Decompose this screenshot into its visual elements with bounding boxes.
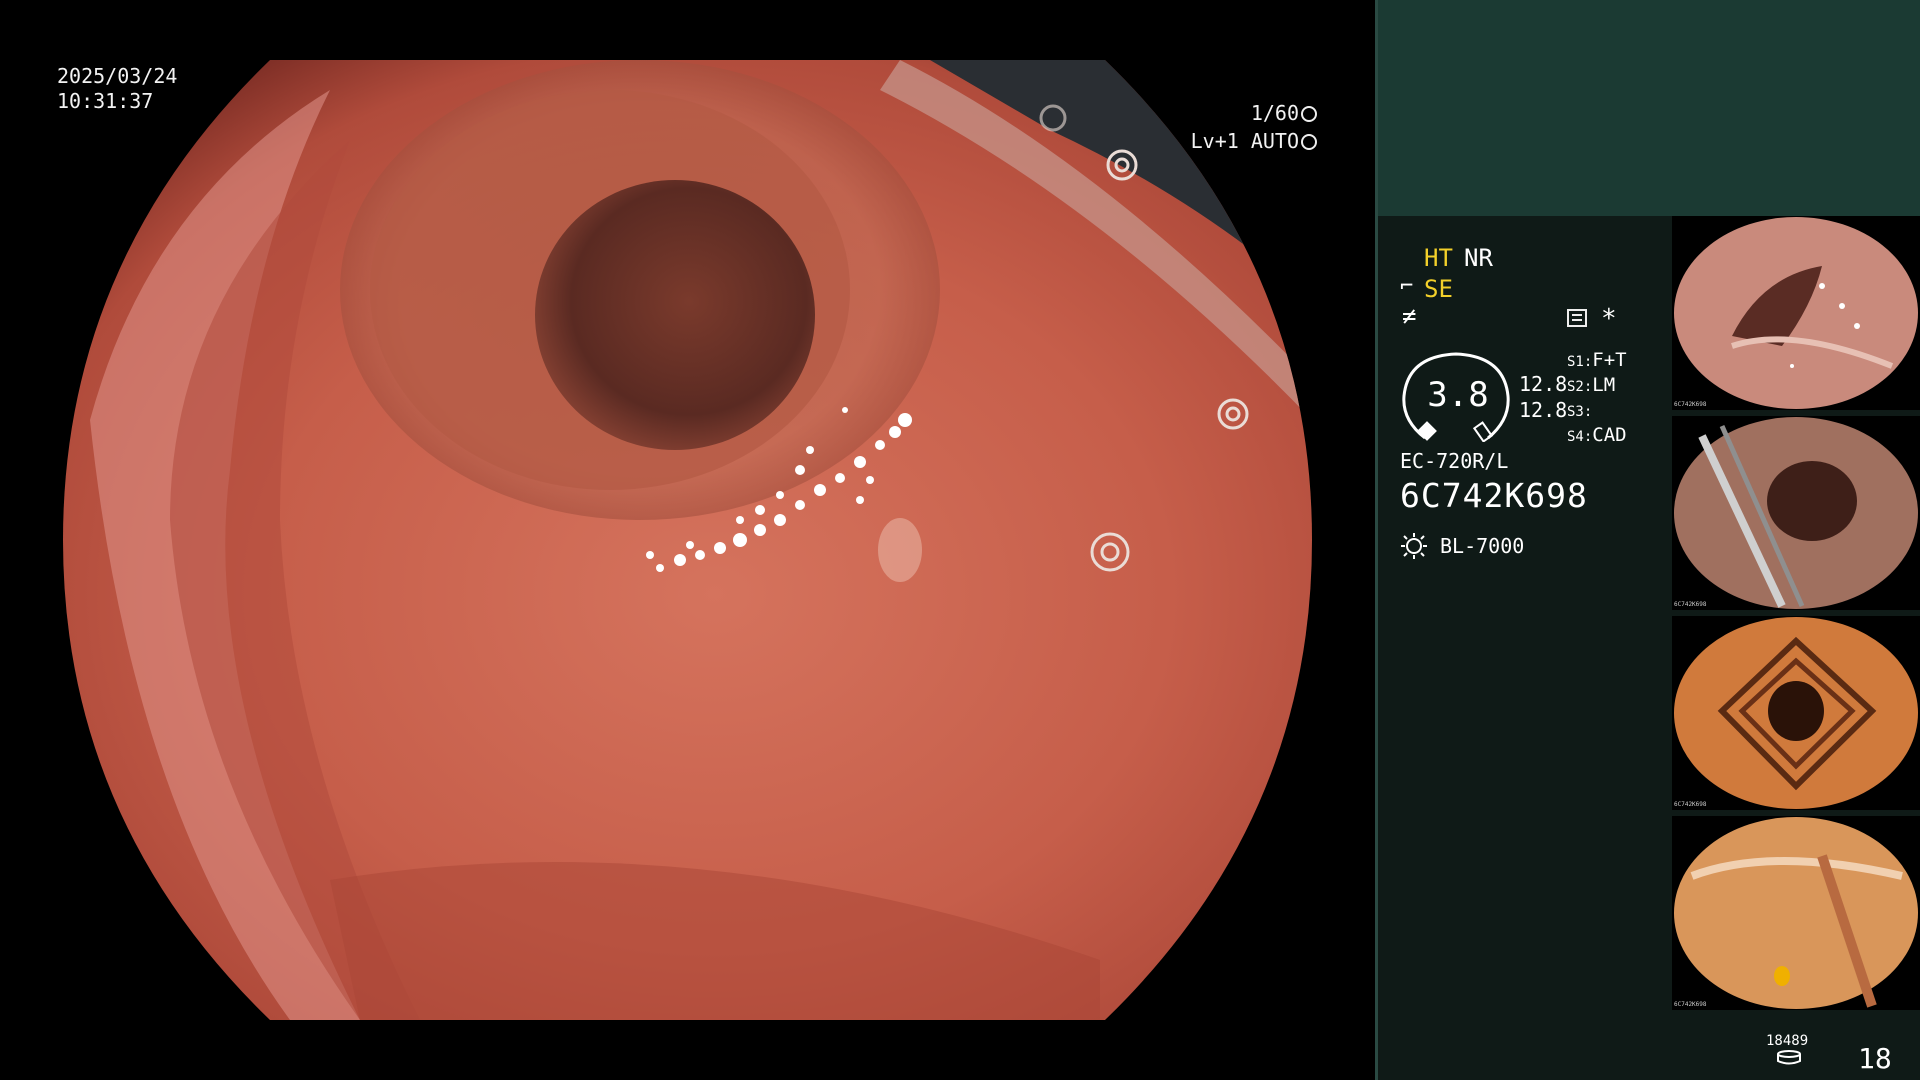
switch-s4: S4:CAD bbox=[1567, 424, 1627, 446]
panel-divider bbox=[1375, 0, 1378, 1080]
capture-thumbnail[interactable]: 6C742K698 bbox=[1672, 416, 1920, 610]
disk-icon bbox=[1777, 1050, 1801, 1065]
thumbnail-id: 6C742K698 bbox=[1674, 601, 1707, 608]
capture-thumbnail[interactable]: 6C742K698 bbox=[1672, 816, 1920, 1010]
filter-icon: ≠ bbox=[1402, 302, 1417, 330]
value-b: 12.8 bbox=[1519, 398, 1568, 422]
switch-s2: S2:LM bbox=[1567, 374, 1616, 396]
level-text: Lv+1 AUTO bbox=[1190, 129, 1299, 153]
switch-s3: S3: bbox=[1567, 404, 1593, 420]
scope-serial: 6C742K698 bbox=[1400, 476, 1588, 515]
shutter-text: 1/60 bbox=[1250, 101, 1299, 125]
menu-icon bbox=[1567, 309, 1587, 327]
time-text: 10:31:37 bbox=[57, 89, 154, 113]
date-text: 2025/03/24 bbox=[57, 64, 178, 88]
exposure-info: 1/60 Lv+1 AUTO bbox=[1191, 99, 1317, 155]
capture-count: 18 bbox=[1858, 1042, 1892, 1075]
ht-indicator: HT bbox=[1424, 244, 1453, 272]
datetime-display: 2025/03/24 10:31:37 bbox=[57, 64, 177, 114]
panel-header-area bbox=[1375, 0, 1920, 216]
lamp-model: BL-7000 bbox=[1440, 534, 1525, 558]
thumbnail-image bbox=[1674, 617, 1918, 809]
capture-thumbnail[interactable]: 6C742K698 bbox=[1672, 616, 1920, 810]
shutter-icon bbox=[1301, 106, 1317, 122]
se-indicator: SE bbox=[1424, 275, 1453, 303]
capture-thumbnail[interactable]: 6C742K698 bbox=[1672, 216, 1920, 410]
thumbnail-image bbox=[1674, 417, 1918, 609]
thumbnail-image bbox=[1674, 217, 1918, 409]
lamp-icon bbox=[1401, 533, 1427, 559]
enhance-icon: ⌐ bbox=[1400, 274, 1414, 299]
capture-total: 18489 bbox=[1766, 1033, 1809, 1049]
thumbnail-image bbox=[1674, 817, 1918, 1009]
asterisk-icon: * bbox=[1601, 304, 1617, 334]
value-a: 12.8 bbox=[1519, 372, 1568, 396]
zoom-value: 3.8 bbox=[1427, 375, 1489, 415]
auto-icon bbox=[1301, 134, 1317, 150]
nr-indicator: NR bbox=[1464, 244, 1493, 272]
endoscope-view: 2025/03/24 10:31:37 1/60 Lv+1 AUTO bbox=[0, 0, 1375, 1080]
thumbnail-id: 6C742K698 bbox=[1674, 401, 1707, 408]
thumbnail-id: 6C742K698 bbox=[1674, 1001, 1707, 1008]
thumbnail-id: 6C742K698 bbox=[1674, 801, 1707, 808]
switch-s1: S1:F+T bbox=[1567, 349, 1627, 371]
scope-model: EC-720R/L bbox=[1400, 449, 1509, 473]
endoscopy-image bbox=[63, 60, 1312, 1020]
